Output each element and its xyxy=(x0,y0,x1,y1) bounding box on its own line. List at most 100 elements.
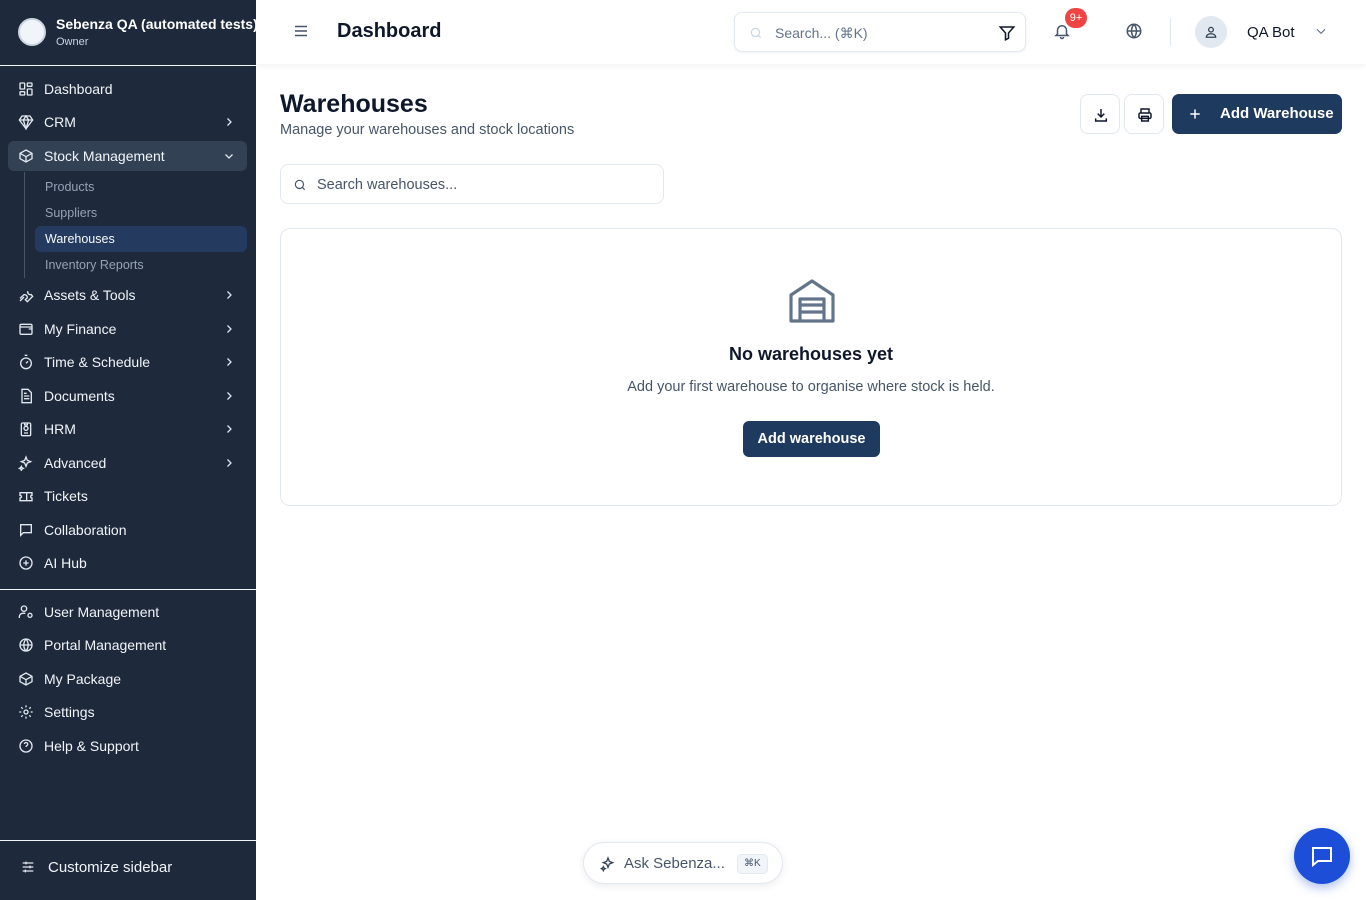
topbar-divider xyxy=(1170,18,1171,46)
sidebar-subitem-inventory-reports[interactable]: Inventory Reports xyxy=(35,252,247,278)
sidebar-subitem-warehouses[interactable]: Warehouses xyxy=(35,226,247,252)
sidebar-item-label: Dashboard xyxy=(44,81,113,97)
timer-icon xyxy=(20,354,32,370)
sidebar-item-label: Advanced xyxy=(44,455,107,471)
customize-sidebar-button[interactable]: Customize sidebar xyxy=(0,840,256,900)
sidebar-item-help-support[interactable]: Help & Support xyxy=(8,731,247,761)
ask-assistant-bar[interactable]: Ask Sebenza... ⌘K xyxy=(583,842,783,884)
help-icon xyxy=(19,739,33,753)
sidebar-item-label: My Package xyxy=(44,671,122,687)
print-button[interactable] xyxy=(1124,94,1164,134)
topbar: Dashboard 9+ QA Bot xyxy=(256,0,1366,64)
sidebar-item-settings[interactable]: Settings xyxy=(8,697,247,727)
add-first-warehouse-button[interactable]: Add warehouse xyxy=(743,421,880,457)
subitem-label: Suppliers xyxy=(45,206,98,220)
global-search[interactable] xyxy=(734,12,1026,52)
sidebar-item-ai-hub[interactable]: AI Hub xyxy=(8,548,247,578)
wallet-icon xyxy=(19,323,33,335)
sidebar-item-assets-tools[interactable]: Assets & Tools xyxy=(8,280,247,310)
gem-icon xyxy=(18,114,34,130)
global-search-input[interactable] xyxy=(775,21,975,45)
user-cog-icon xyxy=(18,605,33,618)
submenu-guide xyxy=(24,172,25,278)
chevron-down-icon xyxy=(225,154,233,159)
dashboard-icon xyxy=(19,82,33,96)
chat-icon xyxy=(1312,847,1332,868)
sidebar-item-label: AI Hub xyxy=(44,555,87,571)
sidebar-item-stock-management[interactable]: Stock Management xyxy=(8,141,247,171)
page-subtitle: Manage your warehouses and stock locatio… xyxy=(280,122,575,138)
chat-button[interactable] xyxy=(1294,828,1350,884)
sidebar-item-dashboard[interactable]: Dashboard xyxy=(8,74,247,104)
export-button[interactable] xyxy=(1080,94,1120,134)
box-icon xyxy=(19,149,33,163)
chevron-right-icon xyxy=(227,325,232,333)
warehouse-search-input[interactable] xyxy=(317,173,647,197)
empty-state-subtitle: Add your first warehouse to organise whe… xyxy=(627,379,995,395)
sidebar: Sebenza QA (automated tests) Owner Dashb… xyxy=(0,0,256,900)
sidebar-item-time-schedule[interactable]: Time & Schedule xyxy=(8,347,247,377)
page-title: Warehouses xyxy=(280,90,428,118)
sidebar-item-hrm[interactable]: HRM xyxy=(8,414,247,444)
sidebar-item-my-package[interactable]: My Package xyxy=(8,664,247,694)
menu-icon[interactable] xyxy=(292,22,310,40)
sidebar-item-advanced[interactable]: Advanced xyxy=(8,448,247,478)
search-icon xyxy=(294,179,306,191)
sidebar-item-label: Tickets xyxy=(44,488,88,504)
sidebar-item-label: Documents xyxy=(44,388,115,404)
sidebar-item-crm[interactable]: CRM xyxy=(8,107,247,137)
sidebar-item-tickets[interactable]: Tickets xyxy=(8,481,247,511)
chevron-right-icon xyxy=(227,392,232,400)
sparkles-icon xyxy=(18,455,33,471)
document-icon xyxy=(21,388,32,404)
user-icon xyxy=(1205,26,1217,38)
sidebar-subitem-suppliers[interactable]: Suppliers xyxy=(35,200,247,226)
empty-state-card: No warehouses yet Add your first warehou… xyxy=(280,228,1342,506)
sidebar-subitem-products[interactable]: Products xyxy=(35,174,247,200)
message-icon xyxy=(20,524,32,537)
sidebar-item-label: Assets & Tools xyxy=(44,287,136,303)
sidebar-item-label: HRM xyxy=(44,421,76,437)
sidebar-item-my-finance[interactable]: My Finance xyxy=(8,314,247,344)
add-warehouse-button[interactable]: Add Warehouse xyxy=(1172,94,1342,134)
filter-icon[interactable] xyxy=(998,24,1016,42)
warehouse-search[interactable] xyxy=(280,164,664,204)
avatar[interactable] xyxy=(1195,16,1227,48)
sidebar-item-label: Portal Management xyxy=(44,637,167,653)
sidebar-item-label: Help & Support xyxy=(44,738,139,754)
wrench-icon xyxy=(19,291,34,303)
add-warehouse-label: Add Warehouse xyxy=(1220,105,1334,122)
ask-assistant-label: Ask Sebenza... xyxy=(624,855,725,872)
chevron-right-icon xyxy=(227,459,232,467)
sidebar-item-label: CRM xyxy=(44,114,76,130)
gear-icon xyxy=(19,705,33,719)
empty-state-title: No warehouses yet xyxy=(728,344,894,364)
globe-icon[interactable] xyxy=(1125,22,1143,40)
sidebar-item-label: Collaboration xyxy=(44,522,127,538)
org-switcher[interactable]: Sebenza QA (automated tests) Owner xyxy=(0,0,256,66)
sidebar-item-label: Time & Schedule xyxy=(44,354,151,370)
user-name[interactable]: QA Bot xyxy=(1247,24,1295,41)
sliders-icon xyxy=(22,861,34,873)
chevron-down-icon[interactable] xyxy=(1314,24,1328,38)
printer-icon xyxy=(1138,108,1152,122)
download-icon xyxy=(1094,109,1108,122)
subitem-label: Warehouses xyxy=(45,232,115,246)
search-icon xyxy=(750,27,762,39)
sidebar-item-collaboration[interactable]: Collaboration xyxy=(8,515,247,545)
subitem-label: Products xyxy=(45,180,95,194)
sidebar-item-documents[interactable]: Documents xyxy=(8,381,247,411)
subitem-label: Inventory Reports xyxy=(45,258,144,272)
org-avatar xyxy=(18,18,46,46)
notification-badge: 9+ xyxy=(1065,8,1087,28)
globe-icon xyxy=(19,638,33,652)
sidebar-item-user-management[interactable]: User Management xyxy=(8,597,247,627)
warehouse-icon xyxy=(789,279,835,323)
topbar-title: Dashboard xyxy=(337,20,442,42)
chevron-right-icon xyxy=(227,358,232,366)
chevron-right-icon xyxy=(227,118,232,126)
sidebar-item-label: Settings xyxy=(44,704,95,720)
sidebar-item-portal-management[interactable]: Portal Management xyxy=(8,630,247,660)
sidebar-item-label: User Management xyxy=(44,604,160,620)
chevron-right-icon xyxy=(227,291,232,299)
